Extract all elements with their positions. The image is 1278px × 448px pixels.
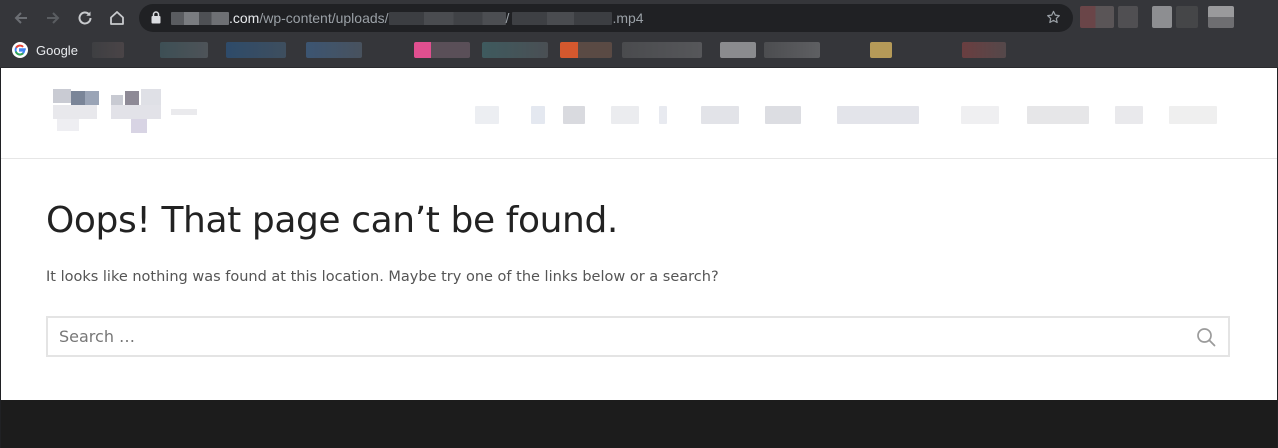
arrow-left-icon	[14, 12, 27, 24]
primary-menu	[475, 106, 1223, 126]
menu-item[interactable]	[701, 106, 739, 124]
bookmark-item[interactable]	[870, 42, 892, 58]
menu-item[interactable]	[563, 106, 585, 124]
star-icon[interactable]	[1046, 10, 1061, 25]
redacted-domain	[171, 12, 229, 25]
bookmark-item[interactable]	[414, 42, 470, 58]
menu-item[interactable]	[1027, 106, 1089, 124]
extension-icon[interactable]	[1176, 6, 1198, 28]
profile-avatar[interactable]	[1208, 6, 1234, 28]
menu-item[interactable]	[475, 106, 499, 124]
site-logo[interactable]	[53, 89, 199, 137]
arrow-right-icon	[47, 12, 60, 24]
search-icon[interactable]	[1196, 327, 1216, 347]
lock-icon	[151, 11, 161, 24]
url-domain-suffix: .com	[229, 10, 260, 26]
google-icon	[12, 42, 28, 58]
not-found-content: Oops! That page can’t be found. It looks…	[46, 199, 1230, 357]
menu-item[interactable]	[837, 106, 919, 124]
search-form	[46, 316, 1230, 357]
url-path-prefix: /wp-content/uploads/	[259, 10, 389, 26]
extension-icon[interactable]	[1152, 6, 1172, 28]
reload-icon	[78, 11, 92, 25]
bookmark-item[interactable]	[92, 42, 124, 58]
url-file-ext: .mp4	[612, 10, 644, 26]
back-button[interactable]	[9, 6, 33, 30]
forward-button[interactable]	[41, 6, 65, 30]
bookmark-item[interactable]	[764, 42, 820, 58]
extension-icon[interactable]	[1118, 6, 1138, 28]
browser-toolbar: .com/wp-content/uploads/ / .mp4	[0, 0, 1278, 36]
bookmark-google[interactable]: Google	[12, 42, 78, 58]
bookmark-item[interactable]	[560, 42, 612, 58]
url-separator: /	[505, 10, 510, 26]
home-button[interactable]	[105, 6, 129, 30]
menu-item[interactable]	[611, 106, 639, 124]
page-viewport: Oops! That page can’t be found. It looks…	[1, 68, 1277, 448]
address-bar[interactable]: .com/wp-content/uploads/ / .mp4	[139, 4, 1073, 32]
bookmark-item[interactable]	[962, 42, 1006, 58]
bookmark-item[interactable]	[622, 42, 702, 58]
menu-item[interactable]	[961, 106, 999, 124]
menu-item[interactable]	[659, 106, 667, 124]
bookmarks-bar: Google	[0, 36, 1278, 68]
bookmark-item[interactable]	[720, 42, 756, 58]
not-found-message: It looks like nothing was found at this …	[46, 269, 719, 285]
menu-item[interactable]	[1115, 106, 1143, 124]
bookmark-item[interactable]	[306, 42, 362, 58]
home-icon	[110, 11, 124, 25]
menu-item[interactable]	[531, 106, 545, 124]
site-header	[1, 68, 1277, 159]
menu-item[interactable]	[765, 106, 801, 124]
page-title: Oops! That page can’t be found.	[46, 200, 618, 241]
search-input[interactable]	[48, 318, 1188, 355]
menu-item[interactable]	[1169, 106, 1217, 124]
redacted-path-segment	[388, 12, 506, 25]
bookmark-item[interactable]	[160, 42, 208, 58]
site-footer	[1, 400, 1277, 448]
bookmark-item[interactable]	[226, 42, 286, 58]
url-text: .com/wp-content/uploads/ / .mp4	[171, 11, 644, 25]
bookmark-label: Google	[36, 42, 78, 58]
reload-button[interactable]	[73, 6, 97, 30]
bookmark-item[interactable]	[482, 42, 548, 58]
extension-icon[interactable]	[1080, 6, 1114, 28]
redacted-filename	[512, 12, 613, 25]
